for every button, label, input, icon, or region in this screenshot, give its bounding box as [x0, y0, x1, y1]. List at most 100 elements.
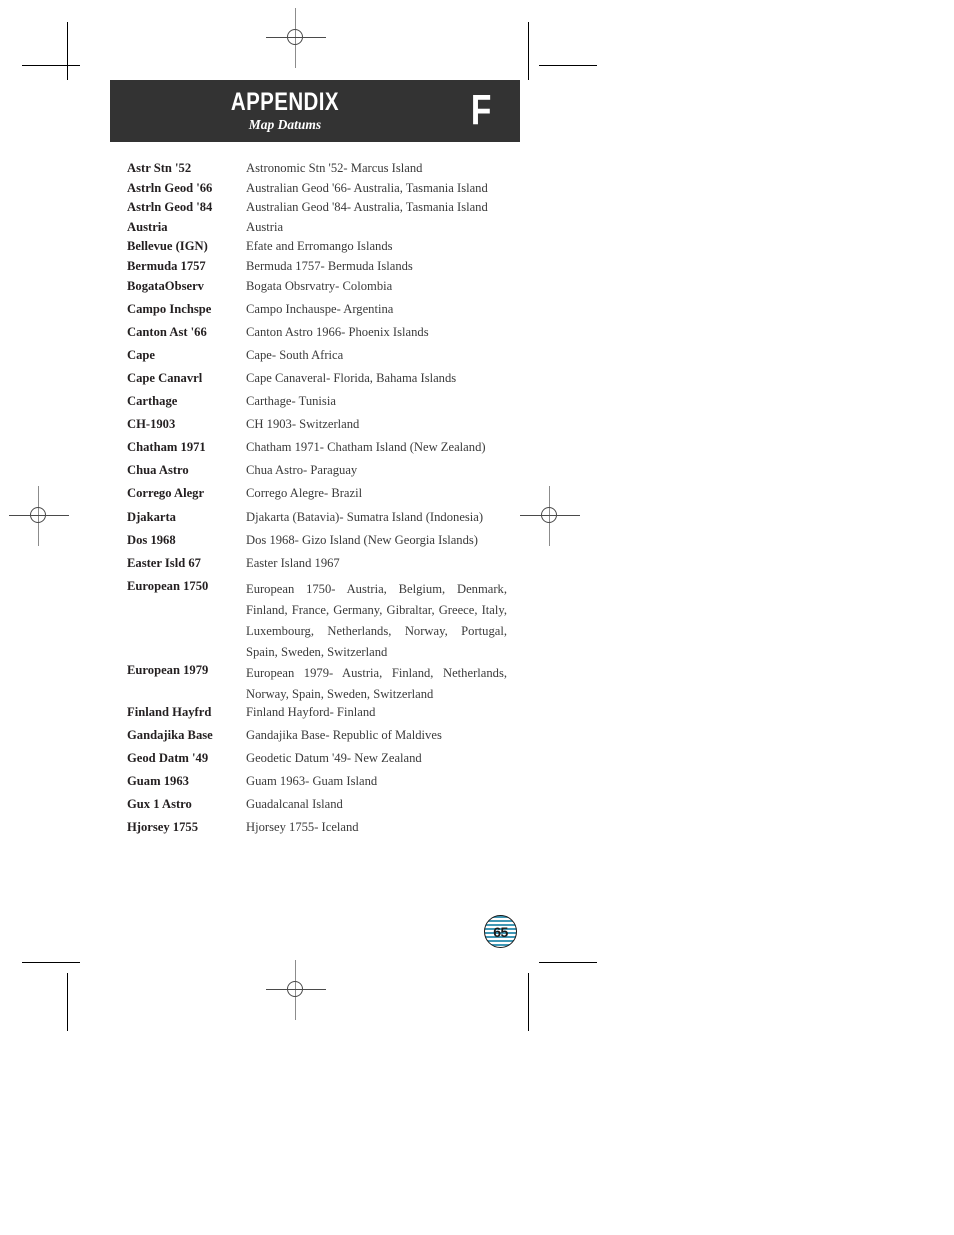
datum-row: Chua Astro Chua Astro- Paraguay: [127, 463, 507, 486]
datum-name: Cape: [127, 347, 155, 362]
datum-description: Bogata Obsrvatry- Colombia: [246, 278, 393, 293]
crop-mark-top-right-vertical: [528, 22, 529, 80]
datum-name: Gandajika Base: [127, 727, 213, 742]
datum-name: Guam 1963: [127, 774, 189, 789]
datum-description: Finland Hayford- Finland: [246, 704, 376, 719]
datum-description: Geodetic Datum '49- New Zealand: [246, 750, 422, 765]
datum-name: Chua Astro: [127, 463, 189, 478]
appendix-title: APPENDIX: [230, 88, 340, 117]
datum-name: Astrln Geod '84: [127, 200, 213, 215]
datum-description: Campo Inchauspe- Argentina: [246, 301, 394, 316]
datum-row: Astrln Geod '84 Australian Geod '84- Aust…: [127, 200, 507, 220]
datum-name: Djakarta: [127, 509, 176, 524]
datum-description: Astronomic Stn '52- Marcus Island: [246, 161, 423, 175]
registration-mark-left: [9, 486, 69, 546]
datum-name: Finland Hayfrd: [127, 704, 212, 719]
appendix-letter: F: [470, 86, 492, 135]
datum-name: Corrego Alegr: [127, 486, 205, 501]
datum-description: Efate and Erromango Islands: [246, 239, 393, 254]
datum-row: Gux 1 Astro Guadalcanal Island: [127, 797, 507, 820]
datum-name: Astrln Geod '66: [127, 180, 213, 195]
datum-name: Canton Ast '66: [127, 324, 207, 339]
datum-row: Cape Canavrl Cape Canaveral- Florida, Bah…: [127, 371, 507, 394]
datum-description: Carthage- Tunisia: [246, 394, 336, 409]
registration-ring: [541, 507, 557, 523]
crop-mark-top-right-horizontal: [539, 65, 597, 66]
datum-description: Easter Island 1967: [246, 555, 340, 570]
datum-row: Chatham 1971 Chatham 1971- Chatham Island…: [127, 440, 507, 463]
datum-description: Australian Geod '84- Australia, Tasmania…: [246, 200, 488, 215]
registration-ring: [30, 507, 46, 523]
datum-description: Gandajika Base- Republic of Maldives: [246, 727, 442, 742]
datum-description: European 1979- Austria, Finland, Netherl…: [246, 665, 507, 701]
datum-name: Dos 1968: [127, 532, 176, 547]
crop-mark-bottom-left-horizontal: [22, 962, 80, 963]
registration-mark-top: [266, 8, 326, 68]
datum-row: Djakarta Djakarta (Batavia)- Sumatra Isla…: [127, 510, 507, 533]
datum-row: Dos 1968 Dos 1968- Gizo Island (New Georg…: [127, 533, 507, 556]
crop-mark-bottom-right-vertical: [528, 973, 529, 1031]
registration-ring: [287, 981, 303, 997]
datum-row: Corrego Alegr Corrego Alegre- Brazil: [127, 486, 507, 509]
datum-description: CH 1903- Switzerland: [246, 417, 360, 432]
map-datums-list: Astr Stn '52 Astronomic Stn '52- Marcus I…: [127, 161, 507, 843]
datum-row: Campo Inchspe Campo Inchauspe- Argentina: [127, 302, 507, 325]
datum-row: Bellevue (IGN) Efate and Erromango Island…: [127, 239, 507, 259]
datum-name: Campo Inchspe: [127, 301, 212, 316]
datum-row: Hjorsey 1755 Hjorsey 1755- Iceland: [127, 820, 507, 843]
datum-row: Bermuda 1757 Bermuda 1757- Bermuda Island…: [127, 259, 507, 279]
datum-description: Australian Geod '66- Australia, Tasmania…: [246, 180, 488, 195]
datum-row: Gandajika Base Gandajika Base- Republic o…: [127, 728, 507, 751]
datum-description: Guam 1963- Guam Island: [246, 774, 378, 789]
crop-mark-bottom-right-horizontal: [539, 962, 597, 963]
datum-row: European 1750 European 1750- Austria, Bel…: [127, 579, 507, 663]
page-number-badge: 65: [484, 915, 517, 948]
crop-mark-top-left-vertical: [67, 22, 68, 80]
datum-description: Chatham 1971- Chatham Island (New Zealan…: [246, 440, 486, 455]
datum-name: Easter Isld 67: [127, 555, 201, 570]
datum-name: Chatham 1971: [127, 440, 206, 455]
datum-name: European 1979: [127, 662, 209, 677]
registration-mark-right: [520, 486, 580, 546]
datum-row: Astr Stn '52 Astronomic Stn '52- Marcus I…: [127, 161, 507, 181]
datum-name: Carthage: [127, 394, 178, 409]
datum-name: Bermuda 1757: [127, 258, 206, 273]
datum-row: Easter Isld 67 Easter Island 1967: [127, 556, 507, 579]
datum-name: Cape Canavrl: [127, 370, 203, 385]
datum-row: Austria Austria: [127, 220, 507, 240]
datum-name: Austria: [127, 219, 168, 234]
datum-row: European 1979 European 1979- Austria, Fin…: [127, 663, 507, 705]
datum-description: Chua Astro- Paraguay: [246, 463, 358, 478]
datum-row: Finland Hayfrd Finland Hayford- Finland: [127, 705, 507, 728]
datum-name: Hjorsey 1755: [127, 820, 198, 835]
appendix-subtitle: Map Datums: [248, 117, 322, 133]
datum-row: Guam 1963 Guam 1963- Guam Island: [127, 774, 507, 797]
datum-description: Cape Canaveral- Florida, Bahama Islands: [246, 370, 457, 385]
datum-description: Austria: [246, 219, 284, 234]
page-number: 65: [493, 923, 508, 940]
crop-mark-bottom-left-vertical: [67, 973, 68, 1031]
datum-description: Canton Astro 1966- Phoenix Islands: [246, 324, 429, 339]
datum-name: BogataObserv: [127, 278, 204, 293]
datum-row: Canton Ast '66 Canton Astro 1966- Phoenix…: [127, 325, 507, 348]
crop-mark-top-left-horizontal: [22, 65, 80, 66]
appendix-header-band: APPENDIX Map Datums F: [110, 80, 520, 142]
datum-description: Cape- South Africa: [246, 347, 344, 362]
datum-name: Astr Stn '52: [127, 161, 192, 175]
datum-row: Carthage Carthage- Tunisia: [127, 394, 507, 417]
datum-row: Geod Datm '49 Geodetic Datum '49- New Zea…: [127, 751, 507, 774]
datum-description: Hjorsey 1755- Iceland: [246, 820, 359, 835]
datum-description: Guadalcanal Island: [246, 797, 343, 812]
datum-row: BogataObserv Bogata Obsrvatry- Colombia: [127, 279, 507, 302]
appendix-header-titles: APPENDIX Map Datums: [110, 80, 460, 142]
datum-name: Bellevue (IGN): [127, 239, 208, 254]
datum-description: Dos 1968- Gizo Island (New Georgia Islan…: [246, 532, 479, 547]
datum-name: CH-1903: [127, 417, 176, 432]
datum-name: European 1750: [127, 578, 209, 593]
datum-description: European 1750- Austria, Belgium, Denmark…: [246, 581, 507, 659]
datum-row: CH-1903 CH 1903- Switzerland: [127, 417, 507, 440]
registration-mark-bottom: [266, 960, 326, 1020]
datum-description: Djakarta (Batavia)- Sumatra Island (Indo…: [246, 509, 484, 524]
datum-row: Astrln Geod '66 Australian Geod '66- Aust…: [127, 181, 507, 201]
datum-name: Gux 1 Astro: [127, 797, 192, 812]
